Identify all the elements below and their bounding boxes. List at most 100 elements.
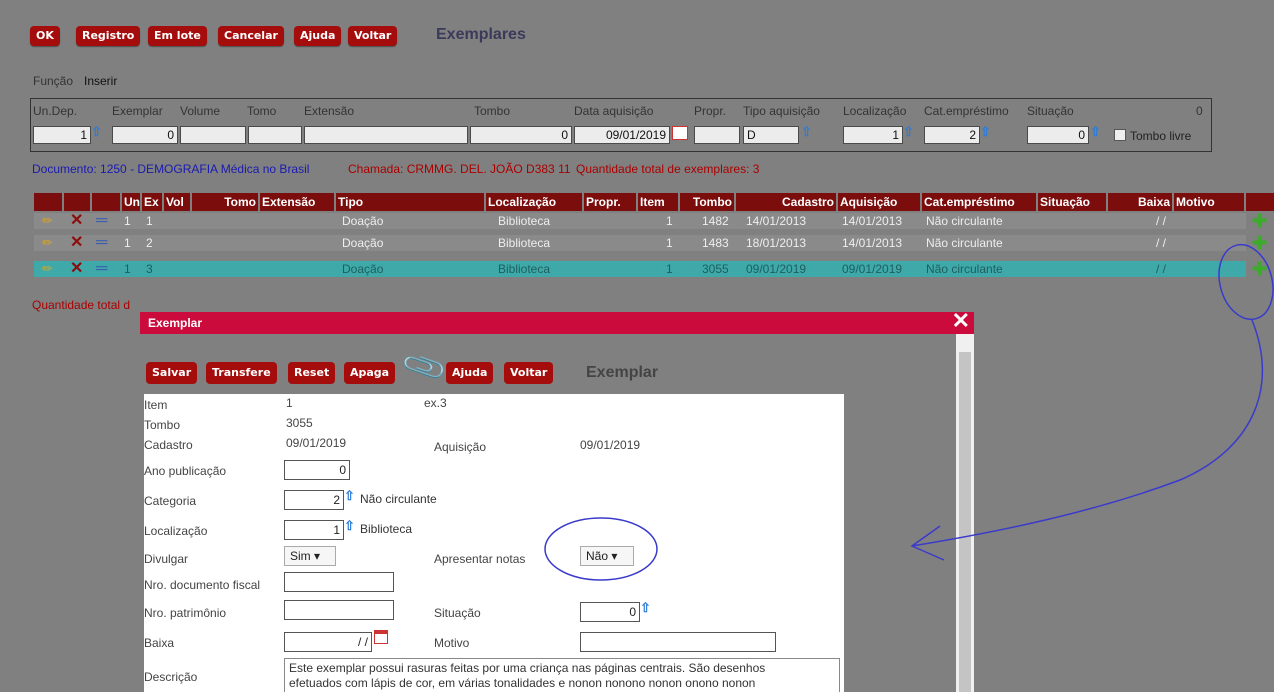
tipo-aquisicao-input[interactable]: D bbox=[743, 126, 799, 144]
col-situacao[interactable]: Situação bbox=[1038, 193, 1108, 211]
descricao-label: Descrição bbox=[144, 670, 198, 684]
cell-loc: Biblioteca bbox=[498, 214, 551, 228]
exemplar-input[interactable]: 0 bbox=[112, 126, 178, 144]
details-icon[interactable]: ═ bbox=[96, 235, 107, 251]
propr-input[interactable] bbox=[694, 126, 740, 144]
baixa-label: Baixa bbox=[144, 636, 175, 650]
modal-scrollbar[interactable] bbox=[956, 334, 974, 692]
details-icon[interactable]: ═ bbox=[96, 213, 107, 229]
arrow-up-icon[interactable]: ⇧ bbox=[903, 124, 914, 140]
col-ex[interactable]: Ex bbox=[142, 193, 164, 211]
descricao-textarea[interactable]: Este exemplar possui rasuras feitas por … bbox=[284, 658, 840, 692]
data-aquisicao-input[interactable]: 09/01/2019 bbox=[574, 126, 670, 144]
motivo-input[interactable] bbox=[580, 632, 776, 652]
situacao-input[interactable]: 0 bbox=[580, 602, 640, 622]
undep-input[interactable]: 1 bbox=[33, 126, 91, 144]
salvar-button[interactable]: Salvar bbox=[146, 362, 198, 384]
modal-title: Exemplar bbox=[586, 364, 659, 381]
reset-button[interactable]: Reset bbox=[288, 362, 336, 384]
col-un[interactable]: Un bbox=[122, 193, 142, 211]
cell-tombo: 1483 bbox=[702, 236, 729, 250]
cell-un: 1 bbox=[124, 214, 131, 228]
tomo-input[interactable] bbox=[248, 126, 302, 144]
nro-documento-fiscal-input[interactable] bbox=[284, 572, 394, 592]
add-icon[interactable]: ✚ bbox=[1252, 233, 1267, 254]
localizacao-input[interactable]: 1 bbox=[843, 126, 903, 144]
table-row[interactable]: ✏ ✕ ═ 1 1 Doação Biblioteca 1 1482 14/01… bbox=[34, 213, 1246, 229]
paperclip-icon[interactable]: 📎 bbox=[400, 343, 450, 392]
baixa-input[interactable]: / / bbox=[284, 632, 372, 652]
col-item[interactable]: Item bbox=[638, 193, 680, 211]
col-add bbox=[1246, 193, 1274, 211]
delete-icon[interactable]: ✕ bbox=[70, 235, 83, 251]
situacao-input[interactable]: 0 bbox=[1027, 126, 1089, 144]
arrow-up-icon[interactable]: ⇧ bbox=[1090, 124, 1101, 140]
delete-icon[interactable]: ✕ bbox=[70, 213, 83, 229]
ajuda-button[interactable]: Ajuda bbox=[294, 26, 342, 46]
divulgar-select[interactable]: Sim ▾ bbox=[284, 546, 336, 566]
arrow-up-icon[interactable]: ⇧ bbox=[344, 488, 355, 504]
col-baixa[interactable]: Baixa bbox=[1108, 193, 1174, 211]
tombo-input[interactable]: 0 bbox=[470, 126, 572, 144]
col-tombo[interactable]: Tombo bbox=[680, 193, 736, 211]
localizacao-input[interactable]: 1 bbox=[284, 520, 344, 540]
localizacao-label: Localização bbox=[144, 524, 208, 538]
extensao-input[interactable] bbox=[304, 126, 468, 144]
col-extensao[interactable]: Extensão bbox=[260, 193, 336, 211]
col-propr[interactable]: Propr. bbox=[584, 193, 638, 211]
calendar-icon[interactable] bbox=[672, 126, 688, 140]
col-cadastro[interactable]: Cadastro bbox=[736, 193, 838, 211]
close-icon[interactable]: ✕ bbox=[952, 312, 970, 332]
delete-icon[interactable]: ✕ bbox=[70, 261, 83, 277]
arrow-up-icon[interactable]: ⇧ bbox=[91, 124, 102, 140]
categoria-input[interactable]: 2 bbox=[284, 490, 344, 510]
apresentar-notas-select[interactable]: Não ▾ bbox=[580, 546, 634, 566]
modal-body: Salvar Transfere Reset Apaga 📎 Ajuda Vol… bbox=[140, 334, 956, 692]
cell-ex: 3 bbox=[146, 262, 153, 276]
arrow-up-icon[interactable]: ⇧ bbox=[980, 124, 991, 140]
apresentar-notas-label: Apresentar notas bbox=[434, 552, 526, 566]
arrow-up-icon[interactable]: ⇧ bbox=[801, 124, 812, 140]
tombo-livre-checkbox[interactable] bbox=[1114, 129, 1126, 141]
col-tomo[interactable]: Tomo bbox=[192, 193, 260, 211]
label-situacao: Situação bbox=[1027, 104, 1074, 118]
apaga-button[interactable]: Apaga bbox=[344, 362, 396, 384]
table-row-selected[interactable]: ✏ ✕ ═ 1 3 Doação Biblioteca 1 3055 09/01… bbox=[34, 261, 1246, 277]
col-localizacao[interactable]: Localização bbox=[486, 193, 584, 211]
funcao-label: Função bbox=[33, 74, 74, 88]
cancelar-button[interactable]: Cancelar bbox=[218, 26, 284, 46]
ok-button[interactable]: OK bbox=[30, 26, 60, 46]
cell-baixa: / / bbox=[1156, 236, 1167, 250]
cell-item: 1 bbox=[666, 236, 673, 250]
pencil-icon[interactable]: ✏ bbox=[42, 213, 53, 229]
scrollbar-thumb[interactable] bbox=[959, 352, 971, 692]
voltar-button[interactable]: Voltar bbox=[504, 362, 554, 384]
voltar-button[interactable]: Voltar bbox=[348, 26, 398, 46]
col-vol[interactable]: Vol bbox=[164, 193, 192, 211]
arrow-up-icon[interactable]: ⇧ bbox=[344, 518, 355, 534]
col-tipo[interactable]: Tipo bbox=[336, 193, 486, 211]
em-lote-button[interactable]: Em lote bbox=[148, 26, 207, 46]
nro-patrimonio-input[interactable] bbox=[284, 600, 394, 620]
col-motivo[interactable]: Motivo bbox=[1174, 193, 1246, 211]
table-row[interactable]: ✏ ✕ ═ 1 2 Doação Biblioteca 1 1483 18/01… bbox=[34, 235, 1246, 251]
cat-emprestimo-input[interactable]: 2 bbox=[924, 126, 980, 144]
details-icon[interactable]: ═ bbox=[96, 261, 107, 277]
volume-input[interactable] bbox=[180, 126, 246, 144]
add-icon[interactable]: ✚ bbox=[1252, 211, 1267, 232]
registro-button[interactable]: Registro bbox=[76, 26, 141, 46]
col-aquisicao[interactable]: Aquisição bbox=[838, 193, 922, 211]
transfere-button[interactable]: Transfere bbox=[206, 362, 277, 384]
ano-input[interactable]: 0 bbox=[284, 460, 350, 480]
col-cat-emprestimo[interactable]: Cat.empréstimo bbox=[922, 193, 1038, 211]
label-tipo-aquisicao: Tipo aquisição bbox=[743, 104, 820, 118]
cell-un: 1 bbox=[124, 262, 131, 276]
pencil-icon[interactable]: ✏ bbox=[42, 235, 53, 251]
arrow-up-icon[interactable]: ⇧ bbox=[640, 600, 651, 616]
calendar-icon[interactable] bbox=[374, 630, 388, 644]
motivo-label: Motivo bbox=[434, 636, 470, 650]
ano-label: Ano publicação bbox=[144, 464, 227, 478]
pencil-icon[interactable]: ✏ bbox=[42, 261, 53, 277]
add-icon[interactable]: ✚ bbox=[1252, 259, 1267, 280]
ajuda-button[interactable]: Ajuda bbox=[446, 362, 494, 384]
